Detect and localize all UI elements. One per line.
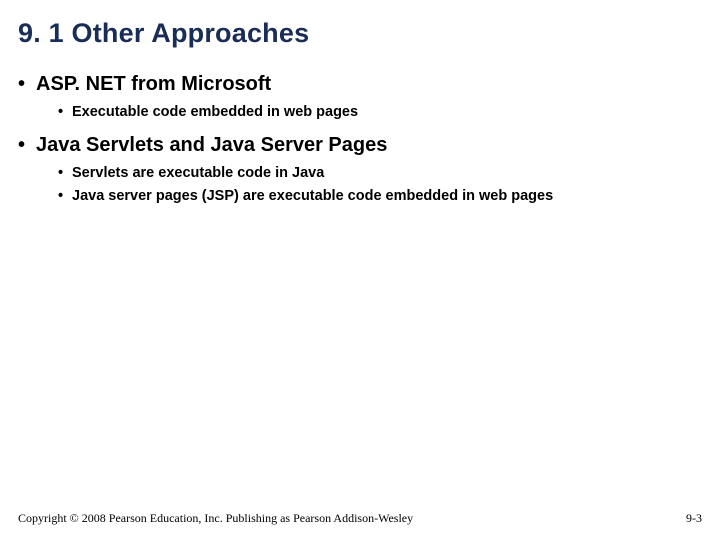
bullet-label: Java Servlets and Java Server Pages: [36, 134, 387, 156]
slide: 9. 1 Other Approaches ASP. NET from Micr…: [0, 0, 720, 540]
slide-body: ASP. NET from Microsoft Executable code …: [18, 72, 702, 217]
footer-page-number: 9-3: [686, 511, 702, 526]
bullet-list: ASP. NET from Microsoft Executable code …: [18, 72, 702, 207]
sub-bullet-list: Executable code embedded in web pages: [36, 103, 702, 123]
bullet-item: ASP. NET from Microsoft Executable code …: [18, 72, 702, 123]
sub-bullet-item: Servlets are executable code in Java: [36, 164, 702, 184]
bullet-item: Java Servlets and Java Server Pages Serv…: [18, 133, 702, 207]
slide-title: 9. 1 Other Approaches: [18, 18, 309, 49]
sub-bullet-item: Executable code embedded in web pages: [36, 103, 702, 123]
footer-copyright: Copyright © 2008 Pearson Education, Inc.…: [18, 511, 413, 526]
sub-bullet-list: Servlets are executable code in Java Jav…: [36, 164, 702, 207]
bullet-label: ASP. NET from Microsoft: [36, 73, 271, 95]
sub-bullet-item: Java server pages (JSP) are executable c…: [36, 187, 702, 207]
